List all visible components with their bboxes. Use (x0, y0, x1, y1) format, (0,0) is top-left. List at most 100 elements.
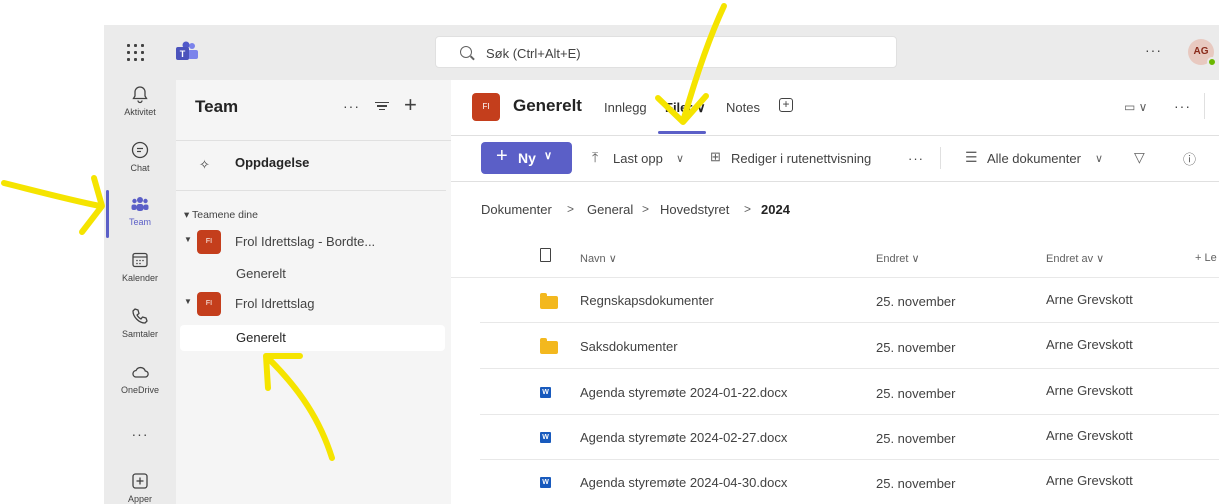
channel-item[interactable]: Generelt (236, 266, 286, 281)
team-item[interactable]: ▼ FI Frol Idrettslag (180, 292, 440, 318)
sparkle-icon: ✧ (199, 157, 210, 172)
divider (1204, 93, 1205, 119)
people-icon (131, 197, 149, 211)
add-tab-button[interactable]: + (779, 98, 793, 112)
breadcrumb-item[interactable]: Hovedstyret (660, 202, 729, 217)
calendar-icon (132, 252, 148, 268)
row-divider (480, 414, 1219, 415)
rail-more-apps-button[interactable]: ··· (104, 426, 176, 442)
chevron-right-icon: > (642, 202, 650, 216)
user-avatar[interactable]: AG (1188, 39, 1217, 67)
breadcrumb-current: 2024 (761, 202, 790, 217)
rail-item-team[interactable]: Team (104, 194, 176, 227)
add-team-button[interactable]: + (404, 92, 417, 118)
modified-date: 25. november (876, 294, 956, 309)
rail-item-calls[interactable]: Samtaler (104, 306, 176, 339)
list-view-icon: ☰ (965, 149, 978, 165)
group-label: Teamene dine (192, 209, 258, 221)
grid-icon: ⊞ (710, 149, 721, 164)
row-divider (480, 368, 1219, 369)
divider (176, 190, 446, 191)
word-document-icon: W (540, 429, 558, 445)
column-header-name[interactable]: Navn ∨ (580, 252, 617, 265)
modified-date: 25. november (876, 386, 956, 401)
discover-link[interactable]: Oppdagelse (235, 155, 309, 170)
rail-item-apps[interactable]: Apper (104, 471, 176, 504)
teams-window: T ··· AG Aktivitet Chat Team Kalender Sa… (0, 0, 1219, 504)
filter-icon[interactable] (375, 100, 389, 112)
modified-by: Arne Grevskott (1046, 473, 1133, 488)
rail-label: Aktivitet (124, 107, 156, 117)
tab-files[interactable]: Filer ∨ (665, 100, 706, 116)
panel-more-button[interactable]: ··· (343, 98, 360, 114)
team-name: Frol Idrettslag (235, 296, 315, 311)
chevron-down-icon: ∨ (544, 150, 553, 162)
new-label: Ny (518, 150, 536, 166)
file-name[interactable]: Saksdokumenter (580, 339, 678, 354)
info-icon[interactable]: ⓘ (1183, 149, 1196, 168)
breadcrumb-item[interactable]: Dokumenter (481, 202, 552, 217)
column-label: Navn (580, 253, 606, 265)
file-name[interactable]: Agenda styremøte 2024-04-30.docx (580, 475, 787, 490)
rail-label: Samtaler (121, 329, 158, 339)
panel-title: Team (195, 97, 239, 116)
team-avatar: FI (197, 292, 221, 316)
column-header-modified[interactable]: Endret ∨ (876, 252, 920, 265)
add-app-icon (132, 473, 148, 489)
phone-icon (132, 308, 148, 324)
filter-icon[interactable]: ▽ (1134, 149, 1145, 166)
team-name: Frol Idrettslag - Bordte... (235, 234, 376, 249)
column-header-modified-by[interactable]: Endret av ∨ (1046, 252, 1104, 265)
arrow-to-team-rail (1, 180, 103, 209)
cloud-icon (132, 366, 149, 378)
channel-item-selected[interactable]: Generelt (236, 330, 286, 345)
modified-by: Arne Grevskott (1046, 292, 1133, 307)
video-call-icon[interactable]: ▭ ∨ (1124, 100, 1147, 114)
your-teams-group[interactable]: ▾ Teamene dine (184, 209, 258, 221)
add-column-button[interactable]: + Le (1195, 252, 1217, 264)
row-divider (480, 459, 1219, 460)
file-name[interactable]: Agenda styremøte 2024-02-27.docx (580, 430, 787, 445)
search-box[interactable] (435, 36, 897, 68)
edit-grid-view-button[interactable]: Rediger i rutenettvisning (731, 151, 871, 166)
word-document-icon: W (540, 384, 558, 400)
bell-icon (132, 86, 148, 104)
folder-icon (540, 338, 558, 354)
rail-item-calendar[interactable]: Kalender (104, 250, 176, 283)
modified-date: 25. november (876, 476, 956, 491)
divider (940, 147, 941, 169)
modified-by: Arne Grevskott (1046, 428, 1133, 443)
modified-date: 25. november (876, 431, 956, 446)
tab-posts[interactable]: Innlegg (604, 100, 647, 115)
file-type-icon[interactable] (540, 248, 551, 262)
channel-avatar: FI (472, 93, 500, 121)
breadcrumb-item[interactable]: General (587, 202, 633, 217)
row-divider (480, 322, 1219, 323)
modified-by: Arne Grevskott (1046, 383, 1133, 398)
view-selector[interactable]: Alle dokumenter (987, 151, 1081, 166)
header-more-button[interactable]: ··· (1174, 98, 1191, 114)
app-launcher-icon[interactable] (126, 43, 146, 63)
rail-label: Chat (130, 163, 150, 173)
team-item[interactable]: ▼ FI Frol Idrettslag - Bordte... (180, 230, 440, 256)
search-input[interactable] (486, 43, 866, 63)
rail-item-chat[interactable]: Chat (104, 140, 176, 173)
file-name[interactable]: Regnskapsdokumenter (580, 293, 714, 308)
selected-channel-highlight (180, 325, 445, 351)
rail-item-activity[interactable]: Aktivitet (104, 84, 176, 117)
chevron-down-icon[interactable]: ∨ (676, 152, 684, 165)
upload-icon: ⤒ (592, 149, 599, 165)
file-name[interactable]: Agenda styremøte 2024-01-22.docx (580, 385, 787, 400)
modified-by: Arne Grevskott (1046, 337, 1133, 352)
rail-item-onedrive[interactable]: OneDrive (104, 362, 176, 395)
upload-button[interactable]: Last opp (613, 151, 663, 166)
teams-logo-icon: T (176, 41, 198, 60)
chevron-right-icon: > (567, 202, 575, 216)
presence-available-icon (1207, 57, 1217, 67)
tab-notes[interactable]: Notes (726, 100, 760, 115)
modified-date: 25. november (876, 340, 956, 355)
new-button[interactable]: + Ny ∨ (481, 142, 572, 174)
toolbar-more-button[interactable]: ··· (908, 151, 924, 166)
settings-more-button[interactable]: ··· (1145, 42, 1162, 58)
chevron-right-icon: > (744, 202, 752, 216)
